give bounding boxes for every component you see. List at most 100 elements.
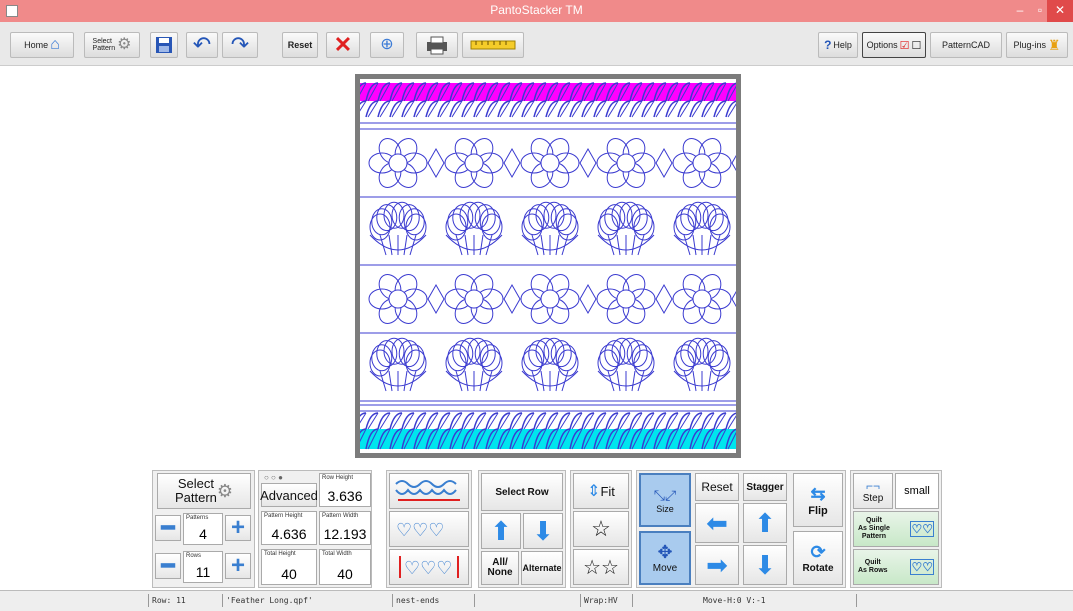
total-width-field[interactable]: Total Width 40 (319, 549, 371, 585)
mode-nest-button[interactable] (389, 473, 469, 509)
mode-ends-button[interactable]: ♡♡♡ (389, 549, 469, 585)
total-height-value: 40 (281, 566, 297, 582)
quilt-group: ⌐¬ Step small Quilt As Single Pattern ♡♡… (850, 470, 942, 588)
ruler-button[interactable] (462, 32, 524, 58)
patterns-minus-button[interactable]: ━ (155, 515, 181, 541)
plugin-person-icon: ♜ (1047, 36, 1061, 53)
quilt-rows-line1: Quilt (864, 559, 881, 566)
mode-hearts-button[interactable]: ♡♡♡ (389, 511, 469, 547)
select-pattern-button[interactable]: Select Pattern ⚙ (157, 473, 251, 509)
move-button[interactable]: ✥ Move (639, 531, 691, 585)
delete-button[interactable]: ✕ (326, 32, 360, 58)
rows-field[interactable]: Rows 11 (183, 551, 223, 583)
quilt-canvas[interactable] (360, 79, 736, 453)
select-pattern-line2: Pattern (174, 490, 217, 505)
redo-button[interactable]: ↷ (222, 32, 258, 58)
minus-icon: ━ (161, 553, 175, 578)
status-row: Row: 11 (148, 594, 218, 607)
pattern-width-field[interactable]: Pattern Width 12.193 (319, 511, 371, 545)
question-icon: ? (824, 38, 832, 52)
size-button[interactable]: ⤡⤢ Size (639, 473, 691, 527)
rows-plus-button[interactable]: + (225, 552, 251, 579)
transform-group: ⤡⤢ Size ✥ Move Reset Stagger ⬅ ⬆ ➡ ⬇ ⇆ F… (636, 470, 846, 588)
move-up-button[interactable]: ⬆ (743, 503, 787, 543)
move-left-button[interactable]: ⬅ (695, 503, 739, 543)
radio-buttons[interactable]: ○ ○ ● (264, 473, 283, 482)
select-pattern-line1: Select (177, 476, 214, 491)
pattern-height-field[interactable]: Pattern Height 4.636 (261, 511, 317, 545)
reset-transform-label: Reset (701, 480, 733, 494)
rows-minus-button[interactable]: ━ (155, 553, 181, 579)
move-right-button[interactable]: ➡ (695, 545, 739, 585)
move-down-button[interactable]: ⬇ (743, 545, 787, 585)
pattern-width-label: Pattern Width (322, 513, 359, 519)
toolbar: Home ⌂ Select Pattern ⚙ ↶ ↷ Reset ✕ ⊕ ? … (0, 22, 1073, 66)
help-button[interactable]: ? Help (818, 32, 858, 58)
step-label: Step (862, 492, 884, 504)
row-up-button[interactable]: ⬆ (481, 513, 521, 549)
alternate-button[interactable]: Alternate (521, 551, 563, 585)
select-row-button[interactable]: Select Row (481, 473, 563, 511)
status-blank (474, 594, 576, 607)
star-fit-button[interactable]: ☆ (573, 511, 629, 547)
reset-transform-button[interactable]: Reset (695, 473, 739, 501)
plugins-label: Plug-ins (1013, 40, 1046, 50)
quilt-single-line3: Pattern (861, 533, 887, 540)
home-button[interactable]: Home ⌂ (10, 32, 74, 58)
patterns-value: 4 (199, 526, 207, 542)
advanced-button[interactable]: Advanced (260, 483, 318, 507)
plugins-button[interactable]: Plug-ins ♜ (1006, 32, 1068, 58)
status-wrap: Wrap:HV (580, 594, 628, 607)
step-button[interactable]: ⌐¬ Step (853, 473, 893, 509)
flip-icon: ⇆ (810, 483, 826, 504)
arrow-down-icon: ⬇ (532, 515, 554, 546)
quilt-as-single-pattern-button[interactable]: Quilt As Single Pattern ♡♡ (853, 511, 939, 547)
quilt-pattern-preview (360, 82, 736, 450)
patterns-field[interactable]: Patterns 4 (183, 513, 223, 545)
stars-icon: ☆☆ (583, 556, 619, 579)
printer-icon (427, 36, 447, 55)
quilt-as-rows-button[interactable]: Quilt As Rows ♡♡ (853, 549, 939, 585)
row-height-field[interactable]: Row Height 3.636 (319, 473, 371, 507)
arrow-down-icon: ⬇ (754, 549, 776, 580)
row-down-button[interactable]: ⬇ (523, 513, 563, 549)
select-pattern-toolbar-button[interactable]: Select Pattern ⚙ (84, 32, 140, 58)
plus-icon: + (230, 514, 245, 541)
gear-icon: ⚙ (216, 481, 234, 501)
zoom-in-icon: ⊕ (380, 36, 394, 53)
reset-toolbar-button[interactable]: Reset (282, 32, 318, 58)
all-none-button[interactable]: All/ None (481, 551, 519, 585)
quilt-single-line2: As Single (858, 525, 890, 532)
quilt-single-line1: Quilt (865, 517, 882, 524)
options-label: Options (866, 40, 898, 50)
fit-button[interactable]: ⇕ Fit (573, 473, 629, 509)
total-height-field[interactable]: Total Height 40 (261, 549, 317, 585)
nest-mode-icon (395, 480, 460, 501)
patterns-plus-button[interactable]: + (225, 514, 251, 541)
undo-button[interactable]: ↶ (186, 32, 218, 58)
quilt-rows-line2: As Rows (858, 567, 888, 574)
fit-label: Fit (600, 483, 615, 499)
rotate-icon: ⟳ (810, 542, 826, 562)
all-none-line2: None (487, 567, 513, 578)
stagger-button[interactable]: Stagger (743, 473, 787, 501)
star-move-button[interactable]: ☆☆ (573, 549, 629, 585)
rotate-label: Rotate (802, 563, 834, 574)
rows-grid-icon: ♡♡ (910, 559, 934, 575)
rotate-button[interactable]: ⟳ Rotate (793, 531, 843, 585)
arrow-up-icon: ⬆ (490, 515, 512, 546)
redo-icon: ↷ (230, 32, 250, 57)
patterncad-button[interactable]: PatternCAD (930, 32, 1002, 58)
options-button[interactable]: Options ☑ ☐ (862, 32, 926, 58)
checkbox-icon: ☑ (899, 39, 910, 52)
flip-label: Flip (808, 504, 828, 517)
gear-icon: ⚙ (117, 36, 132, 53)
step-size-field[interactable]: small (895, 473, 939, 509)
save-button[interactable] (150, 32, 178, 58)
status-move: Move-H:0 V:-1 (632, 594, 852, 607)
zoom-button[interactable]: ⊕ (370, 32, 404, 58)
close-window-icon[interactable]: ✕ (1047, 0, 1073, 22)
status-mode: nest-ends (392, 594, 470, 607)
print-button[interactable] (416, 32, 458, 58)
flip-button[interactable]: ⇆ Flip (793, 473, 843, 527)
